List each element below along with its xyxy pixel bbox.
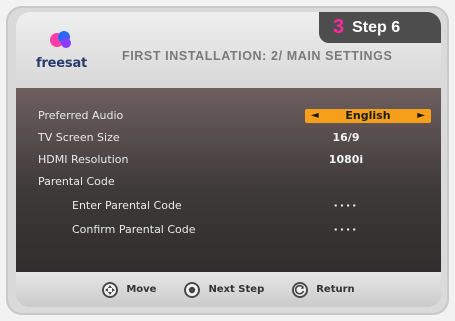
hint-next-step-label: Next Step: [208, 284, 265, 295]
step-text: Step 6: [352, 18, 401, 36]
navigation-pad-icon: [102, 281, 119, 298]
right-arrow-icon[interactable]: ►: [417, 109, 425, 123]
freesat-logo-icon: [50, 31, 71, 48]
hdmi-resolution-value: 1080i: [328, 153, 364, 166]
step-badge: 3 Step 6: [319, 12, 441, 43]
setting-row-enter-parental-code[interactable]: Enter Parental Code ····: [16, 196, 441, 216]
setting-row-confirm-parental-code[interactable]: Confirm Parental Code ····: [16, 220, 441, 240]
screen-header: freesat FIRST INSTALLATION: 2/ MAIN SETT…: [16, 12, 441, 88]
return-button-icon: [292, 281, 309, 298]
logo-text: freesat: [36, 56, 88, 71]
footer-hints: Move Next Step Return: [16, 272, 441, 307]
step-number: 3: [333, 16, 345, 38]
return-button-glyph: [295, 284, 305, 295]
ok-button-glyph: [189, 286, 196, 293]
hint-return: Return: [292, 281, 355, 298]
freesat-logo: freesat: [34, 30, 94, 80]
hdmi-resolution-label: HDMI Resolution: [38, 153, 129, 166]
setting-row-parental-code: Parental Code: [16, 172, 441, 192]
tv-screen-size-value: 16/9: [332, 131, 360, 144]
confirm-parental-code-value: ····: [333, 223, 359, 236]
preferred-audio-label: Preferred Audio: [38, 109, 124, 122]
setting-row-hdmi-resolution[interactable]: HDMI Resolution 1080i: [16, 150, 441, 170]
settings-menu: Preferred Audio ◄ English ► TV Screen Si…: [16, 88, 441, 272]
confirm-parental-code-label: Confirm Parental Code: [72, 223, 196, 236]
setting-row-tv-screen-size[interactable]: TV Screen Size 16/9: [16, 128, 441, 148]
enter-parental-code-value: ····: [333, 199, 359, 212]
tv-screen-size-label: TV Screen Size: [38, 131, 120, 144]
ok-button-icon: [184, 281, 201, 298]
hint-move: Move: [102, 281, 157, 298]
tv-screen: freesat FIRST INSTALLATION: 2/ MAIN SETT…: [16, 12, 441, 307]
hint-move-label: Move: [126, 284, 157, 295]
navigation-pad-glyph: [105, 284, 116, 295]
enter-parental-code-label: Enter Parental Code: [72, 199, 182, 212]
setting-row-preferred-audio[interactable]: Preferred Audio ◄ English ►: [16, 106, 441, 126]
preferred-audio-value: English: [345, 109, 391, 122]
parental-code-label: Parental Code: [38, 175, 115, 188]
preferred-audio-selector[interactable]: ◄ English ►: [305, 109, 431, 123]
hint-return-label: Return: [316, 284, 355, 295]
hint-next-step: Next Step: [184, 281, 265, 298]
page-title: FIRST INSTALLATION: 2/ MAIN SETTINGS: [122, 49, 393, 63]
